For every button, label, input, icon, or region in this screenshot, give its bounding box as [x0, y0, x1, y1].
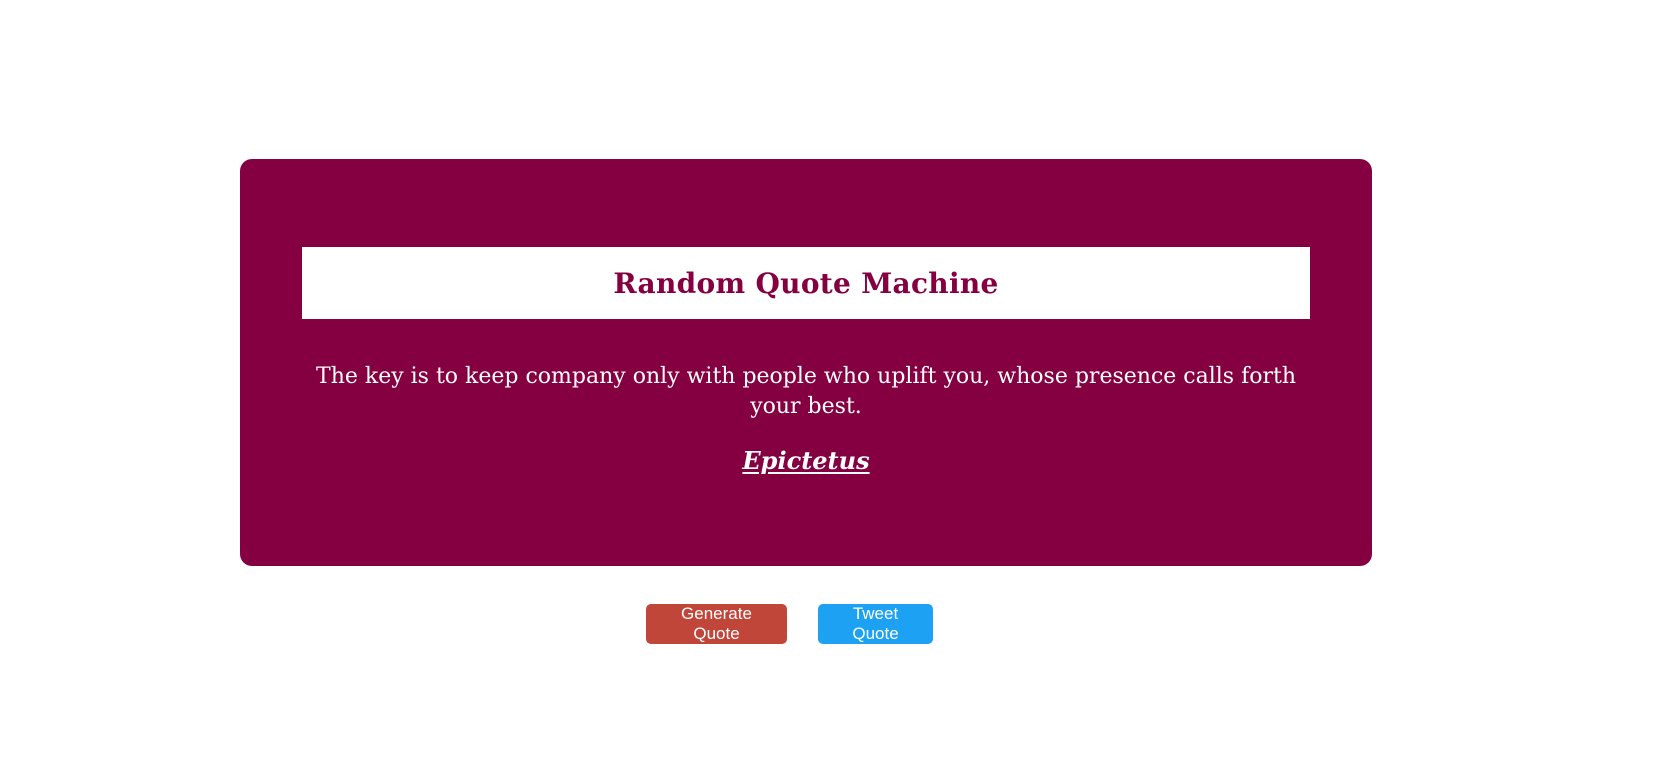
quote-text: The key is to keep company only with peo…	[316, 364, 1296, 419]
title-banner: Random Quote Machine	[302, 247, 1310, 319]
tweet-quote-button[interactable]: Tweet Quote	[818, 604, 933, 644]
page: Random Quote Machine The key is to keep …	[0, 0, 1668, 772]
page-title: Random Quote Machine	[613, 266, 999, 300]
quote-card: Random Quote Machine The key is to keep …	[240, 159, 1372, 566]
generate-quote-button[interactable]: Generate Quote	[646, 604, 787, 644]
quote-author-link[interactable]: Epictetus	[240, 446, 1372, 475]
